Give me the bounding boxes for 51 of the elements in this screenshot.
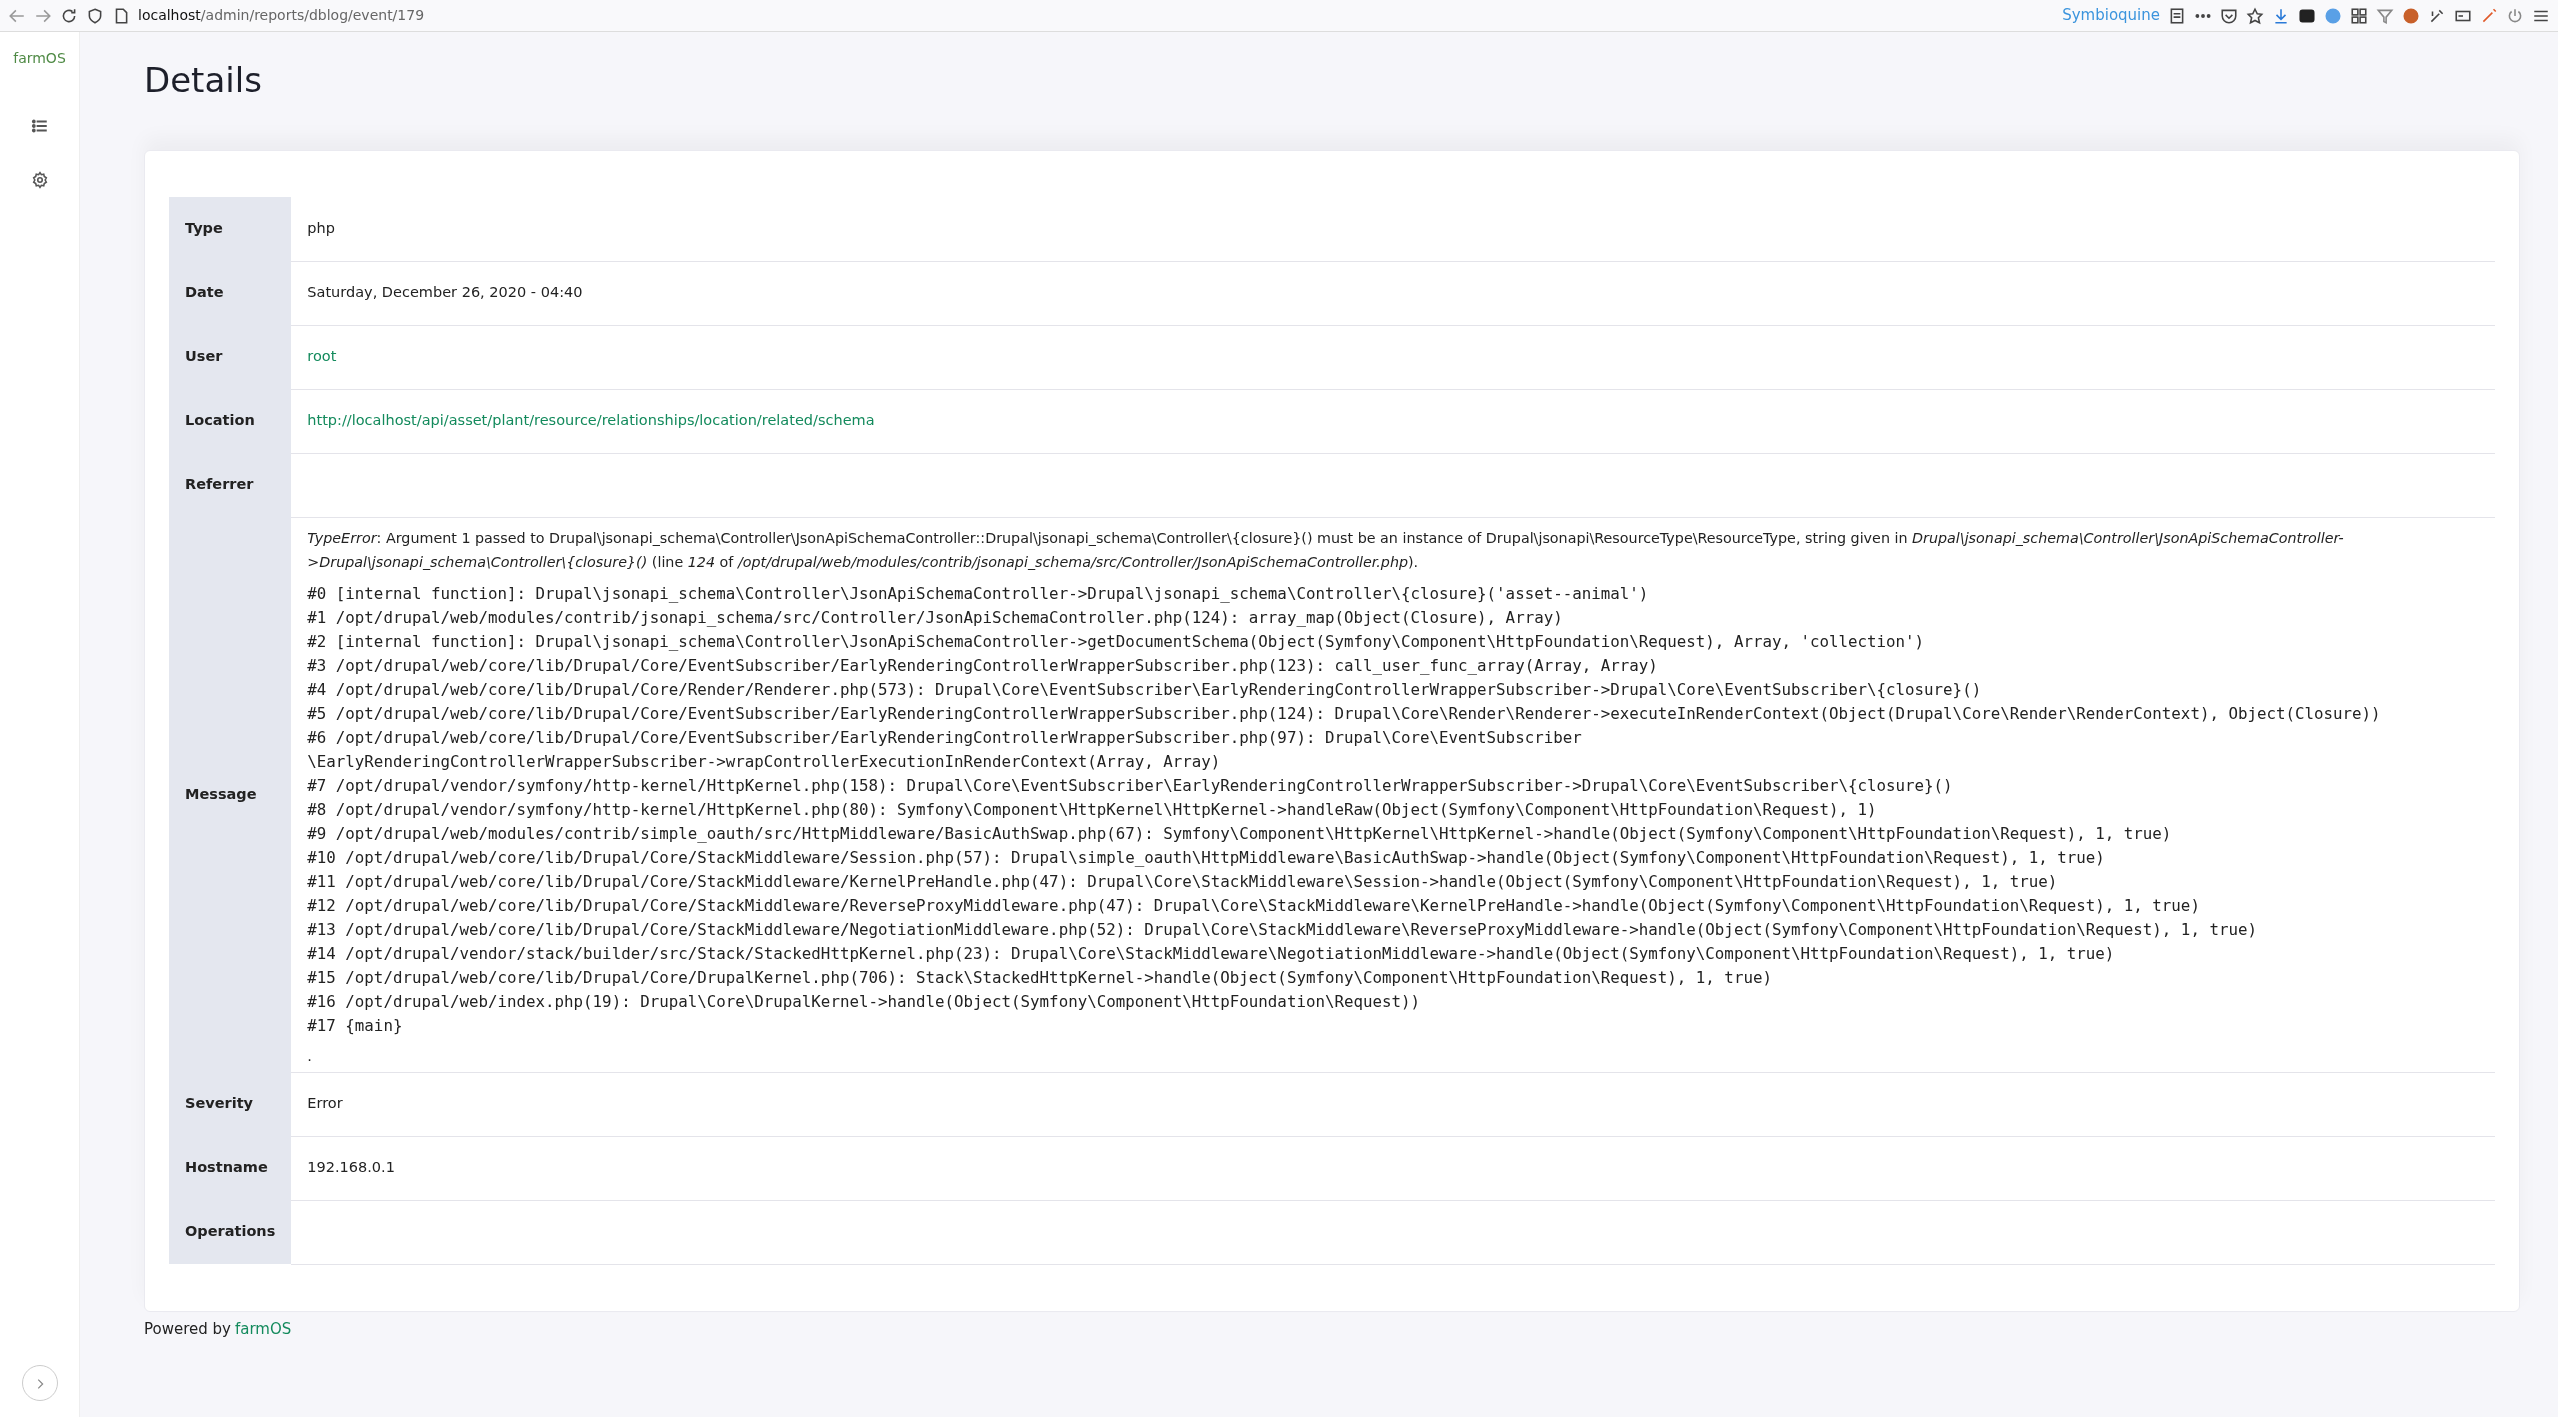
field-label: Operations xyxy=(169,1200,292,1264)
stack-trace-line: #5 /opt/drupal/web/core/lib/Drupal/Core/EventSubscriber/EarlyRenderingControllerWrapperSubscriber.php(124): Drupal\Core\Render\Renderer->executeInRenderContext(Object(Drupal\Core\Render\RenderContext), Object(Closure)) xyxy=(307,702,2382,725)
field-value: 192.168.0.1 xyxy=(307,1159,395,1176)
page-title: Details xyxy=(144,60,263,102)
field-label: Message xyxy=(169,517,292,1072)
field-link[interactable]: http://localhost/api/asset/plant/resource/relationships/location/related/schema xyxy=(307,412,875,429)
url-text: /admin/reports/dblog/event/179 xyxy=(200,6,425,25)
message-end: . xyxy=(307,1046,313,1066)
field-label: Location xyxy=(169,389,292,453)
reload-icon[interactable] xyxy=(60,6,78,25)
stack-trace-line: #10 /opt/drupal/web/core/lib/Drupal/Core/StackMiddleware/Session.php(57): Drupal\simple_oauth\HttpMiddleware\BasicAuthSwap->handle(Object(Symfony\Component\HttpFoundation\Request), 1, true) xyxy=(307,846,2106,869)
stack-trace-line: #4 /opt/drupal/web/core/lib/Drupal/Core/Render/Renderer.php(573): Drupal\Core\EventSubscriber\EarlyRenderingControllerWrapperSubscriber->Drupal\Core\EventSubscriber\{closure}() xyxy=(307,678,1983,701)
stack-trace-line: #1 /opt/drupal/web/modules/contrib/jsonapi_schema/src/Controller/JsonApiSchemaController.php(124): array_map(Object(Closure), Array) xyxy=(307,606,1564,629)
stack-trace-line: #17 {main} xyxy=(307,1014,404,1037)
settings-icon[interactable] xyxy=(30,171,49,189)
footer-link[interactable]: farmOS xyxy=(234,1317,292,1340)
url-text: localhost xyxy=(138,6,201,25)
star-icon[interactable] xyxy=(2246,6,2264,25)
list-icon[interactable] xyxy=(30,117,49,135)
stack-trace-line: #12 /opt/drupal/web/core/lib/Drupal/Core/StackMiddleware/ReverseProxyMiddleware.php(47): Drupal\Core\StackMiddleware\KernelPreHandle->handle(Object(Symfony\Component\HttpFoundation\Request), 1, true) xyxy=(307,894,2201,917)
field-label: Severity xyxy=(169,1072,292,1136)
field-label: Hostname xyxy=(169,1136,292,1200)
grid-icon[interactable] xyxy=(2350,6,2368,25)
stack-trace-line: #7 /opt/drupal/vendor/symfony/http-kernel/HttpKernel.php(158): Drupal\Core\EventSubscriber\EarlyRenderingControllerWrapperSubscriber->Drupal\Core\EventSubscriber\{closure}() xyxy=(307,774,1954,797)
download-icon[interactable] xyxy=(2272,6,2290,25)
stack-trace-line: #0 [internal function]: Drupal\jsonapi_schema\Controller\JsonApiSchemaController->Drupal\jsonapi_schema\Controller\{closure}('asset--animal') xyxy=(307,582,1650,605)
field-label: Referrer xyxy=(169,453,292,517)
field-link[interactable]: root xyxy=(307,348,337,365)
stack-trace-line: #11 /opt/drupal/web/core/lib/Drupal/Core/StackMiddleware/KernelPreHandle.php(47): Drupal\Core\StackMiddleware\Session->handle(Object(Symfony\Component\HttpFoundation\Request), 1, true) xyxy=(307,870,2059,893)
stack-trace-line: #6 /opt/drupal/web/core/lib/Drupal/Core/EventSubscriber/EarlyRenderingControllerWrapperSubscriber.php(97): Drupal\Core\EventSubscriber \EarlyRenderingControllerWrapperSubscriber->wrapControllerExecutionInRenderContext(Array, Array) xyxy=(307,726,1583,773)
stack-trace-line: #8 /opt/drupal/vendor/symfony/http-kernel/HttpKernel.php(80): Symfony\Component\HttpKernel\HttpKernel->handleRaw(Object(Symfony\Component\HttpFoundation\Request), 1) xyxy=(307,798,1878,821)
stack-trace-line: #3 /opt/drupal/web/core/lib/Drupal/Core/EventSubscriber/EarlyRenderingControllerWrapperSubscriber.php(123): call_user_func_array(Array, Array) xyxy=(307,654,1659,677)
stack-trace-line: #13 /opt/drupal/web/core/lib/Drupal/Core/StackMiddleware/NegotiationMiddleware.php(52): Drupal\Core\StackMiddleware\ReverseProxyMiddleware->handle(Object(Symfony\Component\HttpFoundation\Request), 1, true) xyxy=(307,918,2258,941)
stack-trace-line: #16 /opt/drupal/web/index.php(19): Drupal\Core\DrupalKernel->handle(Object(Symfony\Component\HttpFoundation\Request)) xyxy=(307,990,1422,1013)
error-summary: TypeError: Argument 1 passed to Drupal\jsonapi_schema\Controller\JsonApiSchemaController::Drupal\jsonapi_schema\Controller\{closure}() must be an instance of Drupal\jsonapi\ResourceType\ResourceType, string given in Drupal\jsonapi_schema\Controller\JsonApiSchemaController->Drupal\jsonapi_schema\Controller\{closure}() (line 124 of /opt/drupal/web/modules/contrib/jsonapi_schema/src/Controller/JsonApiSchemaController.php). xyxy=(307,528,2345,572)
field-value: Error xyxy=(307,1095,343,1112)
field-label: Date xyxy=(169,261,292,325)
stack-trace-line: #9 /opt/drupal/web/modules/contrib/simple_oauth/src/HttpMiddleware/BasicAuthSwap.php(67): Symfony\Component\HttpKernel\HttpKernel->handle(Object(Symfony\Component\HttpFoundation\Request), 1, true) xyxy=(307,822,2173,845)
logo[interactable]: farmOS xyxy=(13,48,66,69)
stack-trace-line: #14 /opt/drupal/vendor/stack/builder/src/Stack/StackedHttpKernel.php(23): Drupal\Core\StackMiddleware\NegotiationMiddleware->handle(Object(Symfony\Component\HttpFoundation\Request), 1, true) xyxy=(307,942,2116,965)
profile-name[interactable]: Symbioquine xyxy=(2062,4,2160,27)
reader-icon[interactable] xyxy=(2168,6,2186,25)
shield-icon xyxy=(86,6,104,25)
power-icon[interactable] xyxy=(2506,6,2524,25)
stack-trace-line: #2 [internal function]: Drupal\jsonapi_schema\Controller\JsonApiSchemaController->getDocumentSchema(Object(Symfony\Component\HttpFoundation\Request), Array, 'collection') xyxy=(307,630,1926,653)
field-label: User xyxy=(169,325,292,389)
footer-text: Powered by xyxy=(144,1318,231,1340)
field-value: php xyxy=(307,219,335,236)
field-label: Type xyxy=(169,197,292,261)
stack-trace-line: #15 /opt/drupal/web/core/lib/Drupal/Core/DrupalKernel.php(706): Stack\StackedHttpKernel->handle(Object(Symfony\Component\HttpFoundation\Request), 1, true) xyxy=(307,966,1773,989)
field-value: Saturday, December 26, 2020 - 04:40 xyxy=(307,284,583,301)
